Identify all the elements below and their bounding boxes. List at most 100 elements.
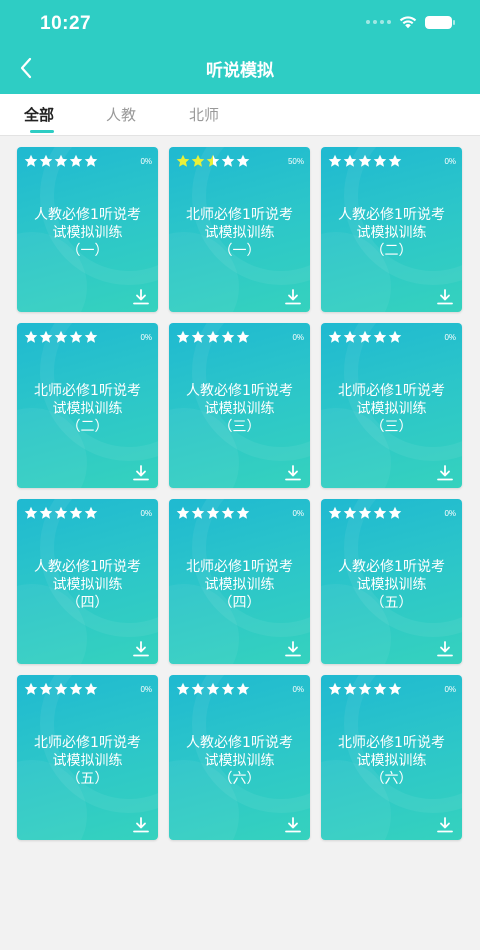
progress-percent: 0% — [140, 685, 152, 694]
star-icon — [24, 682, 38, 695]
star-rating — [24, 682, 98, 696]
card-title-line: （二） — [66, 419, 109, 435]
star-icon — [221, 506, 235, 519]
practice-card[interactable]: 0% 北师必修1听说考 试模拟训练 （四） — [169, 499, 310, 664]
star-icon — [388, 682, 402, 695]
battery-icon — [425, 15, 455, 29]
download-button[interactable] — [284, 640, 302, 658]
star-icon — [206, 506, 220, 519]
progress-percent: 0% — [140, 509, 152, 518]
download-icon — [437, 465, 453, 481]
card-title: 人教必修1听说考 试模拟训练 （二） — [327, 206, 456, 260]
card-title-line: （一） — [66, 243, 109, 259]
practice-card[interactable]: 0% 人教必修1听说考 试模拟训练 （四） — [17, 499, 158, 664]
star-icon — [84, 330, 98, 343]
tab-renjiao[interactable]: 人教 — [106, 104, 136, 125]
card-title-line: 试模拟训练 — [356, 225, 427, 241]
star-rating — [24, 154, 98, 168]
card-title-line: （四） — [66, 595, 109, 611]
card-title-line: 人教必修1听说考 — [338, 559, 445, 575]
card-title-line: 试模拟训练 — [204, 753, 275, 769]
progress-percent: 0% — [292, 685, 304, 694]
download-button[interactable] — [284, 464, 302, 482]
star-icon — [236, 154, 250, 167]
practice-card[interactable]: 50% 北师必修1听说考 试模拟训练 （一） — [169, 147, 310, 312]
card-title: 北师必修1听说考 试模拟训练 （三） — [327, 382, 456, 436]
practice-card[interactable]: 0% 人教必修1听说考 试模拟训练 （二） — [321, 147, 462, 312]
star-icon — [176, 682, 190, 695]
practice-card[interactable]: 0% 人教必修1听说考 试模拟训练 （一） — [17, 147, 158, 312]
star-icon — [191, 506, 205, 519]
download-icon — [133, 817, 149, 833]
star-icon — [39, 330, 53, 343]
practice-grid: 0% 人教必修1听说考 试模拟训练 （一） 50% 北师必修1听说考 试模拟训练 （一） 0% 人… — [17, 147, 462, 840]
practice-card[interactable]: 0% 北师必修1听说考 试模拟训练 （三） — [321, 323, 462, 488]
card-title: 人教必修1听说考 试模拟训练 （五） — [327, 558, 456, 612]
download-button[interactable] — [436, 640, 454, 658]
star-icon — [24, 154, 38, 167]
download-button[interactable] — [284, 816, 302, 834]
card-title-line: 人教必修1听说考 — [34, 207, 141, 223]
download-button[interactable] — [132, 816, 150, 834]
practice-card[interactable]: 0% 北师必修1听说考 试模拟训练 （二） — [17, 323, 158, 488]
star-icon — [84, 506, 98, 519]
star-icon — [191, 682, 205, 695]
practice-card[interactable]: 0% 人教必修1听说考 试模拟训练 （六） — [169, 675, 310, 840]
star-icon — [328, 330, 342, 343]
star-icon — [388, 506, 402, 519]
card-title: 人教必修1听说考 试模拟训练 （四） — [23, 558, 152, 612]
practice-card[interactable]: 0% 北师必修1听说考 试模拟训练 （五） — [17, 675, 158, 840]
download-button[interactable] — [436, 464, 454, 482]
card-title-line: （二） — [370, 243, 413, 259]
card-title-line: （四） — [218, 595, 261, 611]
practice-card[interactable]: 0% 人教必修1听说考 试模拟训练 （五） — [321, 499, 462, 664]
card-title-line: 北师必修1听说考 — [34, 383, 141, 399]
progress-percent: 0% — [444, 333, 456, 342]
practice-card[interactable]: 0% 人教必修1听说考 试模拟训练 （三） — [169, 323, 310, 488]
card-title-line: 试模拟训练 — [52, 225, 123, 241]
star-rating — [328, 506, 402, 520]
star-rating — [24, 330, 98, 344]
star-icon — [236, 330, 250, 343]
star-icon — [176, 154, 190, 167]
star-rating — [176, 506, 250, 520]
tab-beishi[interactable]: 北师 — [189, 104, 219, 125]
star-icon — [39, 154, 53, 167]
tab-all[interactable]: 全部 — [24, 104, 54, 125]
card-title-line: （五） — [370, 595, 413, 611]
card-title-line: （三） — [218, 419, 261, 435]
wifi-icon — [399, 16, 417, 29]
star-icon — [84, 682, 98, 695]
card-title-line: 试模拟训练 — [52, 401, 123, 417]
progress-percent: 0% — [444, 685, 456, 694]
download-button[interactable] — [436, 288, 454, 306]
status-time: 10:27 — [40, 13, 92, 34]
download-button[interactable] — [132, 640, 150, 658]
card-title-line: 试模拟训练 — [356, 577, 427, 593]
status-icons — [366, 15, 455, 29]
card-title: 北师必修1听说考 试模拟训练 （五） — [23, 734, 152, 788]
star-icon — [69, 506, 83, 519]
star-icon — [236, 682, 250, 695]
star-icon — [343, 154, 357, 167]
star-icon — [24, 506, 38, 519]
download-button[interactable] — [436, 816, 454, 834]
progress-percent: 0% — [292, 333, 304, 342]
download-icon — [133, 641, 149, 657]
download-button[interactable] — [132, 288, 150, 306]
card-title-line: （一） — [218, 243, 261, 259]
star-icon — [343, 506, 357, 519]
download-button[interactable] — [132, 464, 150, 482]
star-icon — [343, 682, 357, 695]
download-icon — [437, 817, 453, 833]
practice-card[interactable]: 0% 北师必修1听说考 试模拟训练 （六） — [321, 675, 462, 840]
star-icon — [221, 330, 235, 343]
signal-icon — [366, 20, 391, 24]
progress-percent: 50% — [287, 157, 304, 166]
download-button[interactable] — [284, 288, 302, 306]
card-title-line: 试模拟训练 — [52, 577, 123, 593]
star-rating — [176, 154, 250, 168]
star-icon — [373, 682, 387, 695]
star-icon — [176, 506, 190, 519]
star-icon — [388, 154, 402, 167]
